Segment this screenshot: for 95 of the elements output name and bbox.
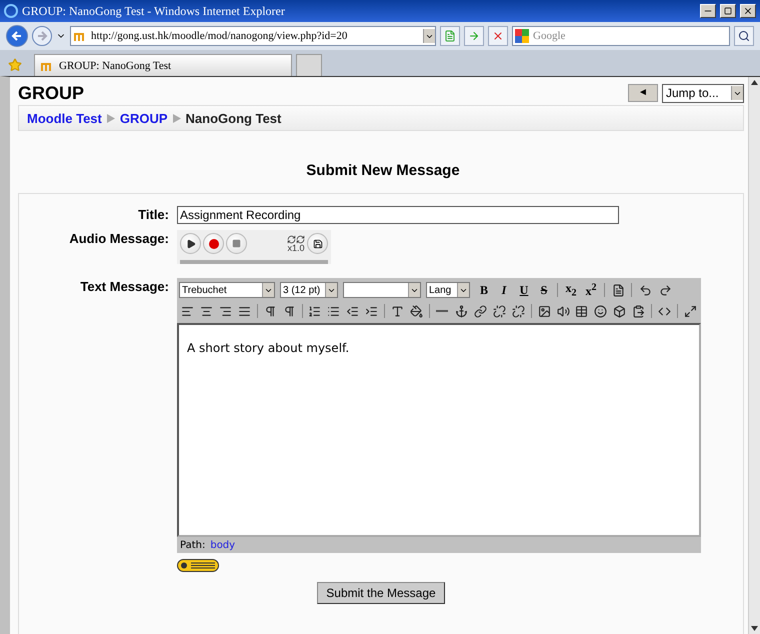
- smiley-icon: [594, 304, 608, 318]
- jump-menu[interactable]: Jump to...: [662, 84, 744, 102]
- page-icon: [444, 30, 456, 42]
- text-color-icon: [391, 304, 404, 318]
- close-icon: [743, 6, 753, 16]
- search-field[interactable]: Google: [512, 26, 730, 46]
- minimize-button[interactable]: [700, 4, 716, 18]
- outdent-icon: [346, 304, 360, 318]
- save-icon: [312, 238, 322, 248]
- forward-arrow-icon: [36, 30, 48, 42]
- compatibility-button[interactable]: [440, 26, 460, 46]
- table-icon: [575, 304, 588, 318]
- format-button[interactable]: x$_{2}$: [562, 281, 580, 299]
- back-arrow-icon: [11, 30, 23, 42]
- save-button[interactable]: [307, 233, 328, 254]
- language-select[interactable]: Lang: [426, 282, 470, 298]
- font-select[interactable]: Trebuchet: [179, 282, 275, 298]
- align-left-icon: [180, 304, 194, 318]
- path-link[interactable]: body: [210, 540, 236, 550]
- redo-icon: [658, 284, 672, 296]
- dropdown-button[interactable]: [325, 283, 337, 297]
- breadcrumb-link[interactable]: Moodle Test: [27, 110, 102, 126]
- dropdown-button[interactable]: [262, 283, 274, 297]
- arrow-icon: [468, 30, 480, 42]
- document-icon: [612, 284, 624, 296]
- close-button[interactable]: [740, 4, 756, 18]
- field-label: Title:: [137, 206, 169, 224]
- undo-icon: [638, 284, 652, 296]
- stop-button[interactable]: [488, 26, 508, 46]
- breadcrumb-link[interactable]: GROUP: [120, 110, 168, 126]
- path-label: Path:: [180, 540, 206, 550]
- align-justify-icon: [238, 304, 251, 318]
- play-icon: [186, 238, 196, 248]
- unlink-icon: [492, 304, 506, 318]
- separator-icon: [172, 114, 181, 122]
- size-select[interactable]: 3 (12 pt): [280, 282, 338, 298]
- horizontal-rule-icon: [436, 310, 448, 312]
- format-button[interactable]: B: [475, 281, 493, 299]
- maximize-button[interactable]: [720, 4, 736, 18]
- speed-text: x1.0: [287, 244, 304, 252]
- speaker-icon: [556, 304, 570, 318]
- back-button[interactable]: ◄: [628, 84, 658, 102]
- broken-link-icon: [512, 304, 525, 318]
- dropdown-button[interactable]: [423, 29, 435, 43]
- dropdown-button[interactable]: [408, 283, 420, 297]
- paint-bucket-icon: [410, 304, 424, 318]
- paste-icon: [632, 304, 646, 318]
- record-button[interactable]: [203, 233, 224, 254]
- submit-button[interactable]: Submit the Message: [317, 582, 445, 604]
- align-right-icon: [218, 304, 232, 318]
- title-field[interactable]: Assignment Recording: [177, 206, 619, 224]
- address-bar[interactable]: http://gong.ust.hk/moodle/mod/nanogong/view.php?id=20: [70, 26, 436, 46]
- dropdown-button[interactable]: [731, 86, 743, 100]
- scroll-down-icon[interactable]: [751, 626, 758, 631]
- cube-icon: [613, 304, 626, 318]
- separator-icon: [106, 114, 115, 122]
- format-button[interactable]: S: [535, 281, 553, 299]
- go-button[interactable]: [464, 26, 484, 46]
- search-provider-icon: [515, 29, 529, 43]
- play-button[interactable]: [180, 233, 201, 254]
- align-center-icon: [200, 304, 213, 318]
- pilcrow-icon: [282, 304, 296, 318]
- code-icon: [658, 304, 672, 318]
- maximize-icon: [724, 7, 732, 15]
- search-button[interactable]: [734, 26, 754, 46]
- stop-button[interactable]: [226, 233, 247, 254]
- browser-tab[interactable]: GROUP: NanoGong Test: [34, 54, 292, 76]
- pilcrow-icon: [264, 304, 277, 318]
- dropdown-button[interactable]: [457, 283, 469, 297]
- link-icon: [474, 304, 487, 318]
- style-select[interactable]: [343, 282, 421, 298]
- help-keyboard-icon[interactable]: [177, 559, 219, 572]
- format-button[interactable]: I: [495, 281, 513, 299]
- format-button[interactable]: x$^{2}$: [582, 281, 600, 299]
- field-label: Audio Message:: [68, 230, 169, 248]
- course-title: GROUP: [18, 82, 84, 104]
- browser-logo-icon: [4, 4, 18, 18]
- breadcrumb-current: NanoGong Test: [186, 110, 282, 126]
- stop-icon: [232, 239, 241, 248]
- record-icon: [208, 238, 218, 248]
- image-icon: [538, 304, 551, 318]
- search-icon: [738, 30, 750, 42]
- numbered-list-icon: [308, 304, 322, 318]
- form-heading: Submit New Message: [305, 162, 461, 179]
- bullet-list-icon: [327, 304, 340, 318]
- format-button[interactable]: U: [515, 281, 533, 299]
- scroll-up-icon[interactable]: [751, 80, 758, 85]
- back-button[interactable]: [6, 25, 28, 47]
- text-editor[interactable]: A short story about myself.: [177, 323, 701, 537]
- anchor-icon: [454, 304, 468, 318]
- field-label: Text Message:: [79, 278, 169, 296]
- close-icon: [492, 30, 504, 42]
- window-title: GROUP: NanoGong Test - Windows Internet Explorer: [22, 4, 286, 18]
- maximize-icon: [684, 304, 698, 318]
- indent-icon: [365, 304, 378, 318]
